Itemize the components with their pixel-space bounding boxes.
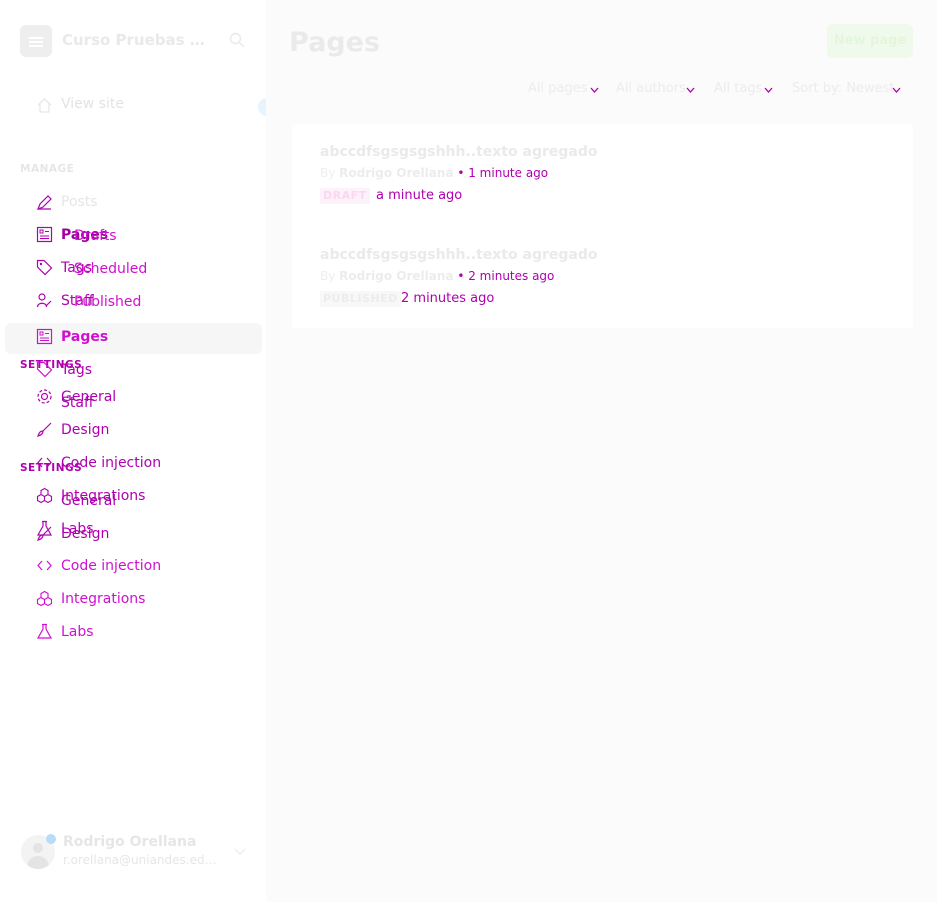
sidebar-item-label: Labs — [61, 624, 94, 640]
row-time: • 1 minute ago — [457, 166, 549, 180]
filter-type-label: All pages — [528, 81, 588, 96]
site-title[interactable]: Curso Pruebas de ... — [62, 31, 212, 49]
filter-author-label: All authors — [616, 81, 686, 96]
flask-icon — [36, 623, 53, 639]
page-row-title[interactable]: abccdfsgsgsgshhh..texto agregado — [320, 144, 598, 160]
sidebar-item-label: Tags — [61, 362, 92, 378]
page-row-title[interactable]: abccdfsgsgsgshhh..texto agregado — [320, 247, 598, 263]
filter-sort[interactable]: Sort by: Newest — [792, 81, 901, 101]
chevron-down-icon — [764, 87, 773, 93]
sidebar-item-label: Code injection — [61, 558, 162, 574]
chevron-down-icon — [686, 87, 695, 93]
settings-section-label-2: SETTINGS — [20, 462, 83, 474]
sidebar-item-label: General — [61, 493, 117, 509]
updated-time: a minute ago — [376, 188, 463, 203]
filter-tag[interactable]: All tags — [714, 81, 773, 101]
page-row-meta: By Rodrigo Orellana • 1 minute ago — [320, 166, 548, 180]
main-content: Pages New page All pages All authors All… — [266, 0, 937, 902]
site-logo-icon[interactable] — [20, 25, 52, 57]
search-icon[interactable] — [229, 32, 245, 48]
brush-icon — [37, 422, 52, 437]
sidebar-item-label: Pages — [61, 329, 109, 345]
pages-icon — [36, 226, 53, 243]
code-icon — [37, 560, 52, 571]
view-site-label: View site — [61, 96, 124, 112]
brush-icon — [37, 526, 52, 541]
sidebar-item-label: Published — [74, 294, 142, 310]
home-icon — [37, 98, 52, 113]
staff-icon — [36, 293, 52, 308]
filter-type[interactable]: All pages — [528, 81, 599, 101]
filter-author[interactable]: All authors — [616, 81, 695, 101]
page-title: Pages — [289, 27, 380, 58]
manage-section-label: MANAGE — [20, 163, 75, 175]
new-page-button[interactable]: New page — [827, 24, 913, 58]
status-dot — [46, 834, 56, 844]
by-label: By — [320, 166, 336, 180]
filter-sort-label: Sort by: Newest — [792, 81, 895, 96]
row-time: • 2 minutes ago — [457, 269, 555, 283]
chevron-down-icon — [892, 87, 901, 93]
sidebar-item-label: Design — [61, 526, 110, 542]
sidebar-item-label: Integrations — [61, 591, 146, 607]
user-name[interactable]: Rodrigo Orellana — [63, 834, 196, 850]
pages-list: abccdfsgsgsgshhh..texto agregado By Rodr… — [292, 124, 913, 328]
by-label: By — [320, 269, 336, 283]
pen-icon — [36, 195, 52, 211]
updated-time: 2 minutes ago — [401, 291, 495, 306]
user-email: r.orellana@uniandes.edu... — [63, 853, 223, 867]
author-name: Rodrigo Orellana — [339, 269, 454, 283]
sidebar: Curso Pruebas de ... View site MANAGE Po… — [0, 0, 276, 902]
gear-icon — [37, 389, 52, 404]
tag-icon — [36, 361, 53, 378]
author-name: Rodrigo Orellana — [339, 166, 454, 180]
sidebar-item-label: Drafts — [74, 228, 117, 244]
status-badge: PUBLISHED — [320, 291, 401, 307]
integrations-icon — [36, 590, 53, 607]
page-row-meta: By Rodrigo Orellana • 2 minutes ago — [320, 269, 554, 283]
pages-icon — [36, 328, 53, 345]
sidebar-item-label: Posts — [61, 194, 98, 210]
sidebar-item-label: Staff — [61, 395, 94, 411]
tag-icon — [36, 259, 53, 276]
sidebar-item-label: Design — [61, 422, 110, 438]
chevron-down-icon[interactable] — [234, 847, 246, 857]
sidebar-item-label: Scheduled — [74, 261, 148, 277]
chevron-down-icon — [590, 87, 599, 93]
integrations-icon — [36, 487, 53, 504]
status-badge: DRAFT — [320, 188, 370, 204]
filter-tag-label: All tags — [714, 81, 763, 96]
